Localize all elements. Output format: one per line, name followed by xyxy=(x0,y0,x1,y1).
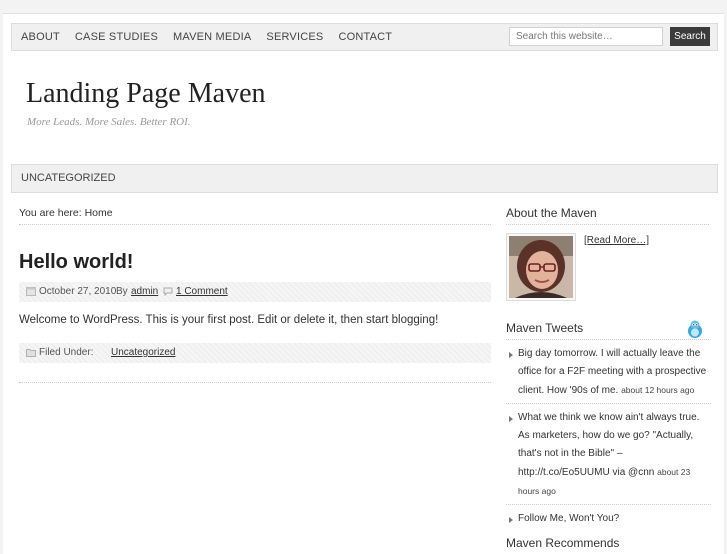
search-button[interactable]: Search xyxy=(670,27,710,46)
calendar-icon xyxy=(26,287,36,296)
nav-item-services[interactable]: SERVICES xyxy=(259,24,331,50)
breadcrumb-label: You are here: xyxy=(19,207,82,219)
tweet-item: What we think we know ain't always true.… xyxy=(506,409,711,501)
post-by-label: By xyxy=(116,286,128,297)
post-filed-under: Filed Under: Uncategorized xyxy=(19,343,491,363)
post-title[interactable]: Hello world! xyxy=(19,251,133,274)
twitter-bird-icon[interactable] xyxy=(686,319,704,339)
nav-menu: ABOUT CASE STUDIES MAVEN MEDIA SERVICES … xyxy=(12,24,400,50)
comment-icon xyxy=(163,287,173,296)
avatar xyxy=(506,233,576,301)
top-navigation: ABOUT CASE STUDIES MAVEN MEDIA SERVICES … xyxy=(11,23,718,51)
post-date: October 27, 2010 xyxy=(39,286,117,297)
category-link[interactable]: Uncategorized xyxy=(111,343,175,363)
tweet-item: Big day tomorrow. I will actually leave … xyxy=(506,345,711,400)
post-comments-link[interactable]: 1 Comment xyxy=(176,282,228,302)
search-input[interactable] xyxy=(509,27,663,46)
site-tagline: More Leads. More Sales. Better ROI. xyxy=(27,116,191,128)
folder-icon xyxy=(26,349,36,357)
tweet-divider xyxy=(506,504,711,505)
nav-item-about[interactable]: ABOUT xyxy=(12,24,67,50)
tweet-divider xyxy=(506,403,711,404)
breadcrumb-current: Home xyxy=(84,207,113,219)
nav-item-case-studies[interactable]: CASE STUDIES xyxy=(67,24,165,50)
post-body: Welcome to WordPress. This is your first… xyxy=(19,314,439,326)
post-divider xyxy=(19,382,491,383)
breadcrumb-divider xyxy=(19,224,491,225)
filed-under-label: Filed Under: xyxy=(39,347,94,358)
follow-link[interactable]: Follow Me, Won't You? xyxy=(506,510,711,528)
nav-item-maven-media[interactable]: MAVEN MEDIA xyxy=(166,24,259,50)
recommends-widget-title: Maven Recommends xyxy=(506,536,620,550)
tweets-widget-divider xyxy=(506,339,709,340)
tweet-list: Big day tomorrow. I will actually leave … xyxy=(506,345,711,528)
post-meta: October 27, 2010 By admin 1 Comment xyxy=(19,282,491,302)
breadcrumb: You are here: Home xyxy=(19,207,113,219)
post-author-link[interactable]: admin xyxy=(131,282,158,302)
subnav-item-uncategorized[interactable]: UNCATEGORIZED xyxy=(21,165,116,192)
tweet-time-link[interactable]: about 12 hours ago xyxy=(621,385,694,395)
nav-item-contact[interactable]: CONTACT xyxy=(331,24,400,50)
avatar-photo xyxy=(509,236,573,298)
about-widget-title: About the Maven xyxy=(506,206,597,220)
site-title[interactable]: Landing Page Maven xyxy=(26,78,266,110)
secondary-navigation: UNCATEGORIZED xyxy=(11,164,718,193)
about-widget-divider xyxy=(506,224,709,225)
tweets-widget-title: Maven Tweets xyxy=(506,321,584,335)
read-more-link[interactable]: [Read More…] xyxy=(584,235,649,246)
follow-text[interactable]: Follow Me, Won't You? xyxy=(518,513,619,524)
page: ABOUT CASE STUDIES MAVEN MEDIA SERVICES … xyxy=(3,13,724,554)
